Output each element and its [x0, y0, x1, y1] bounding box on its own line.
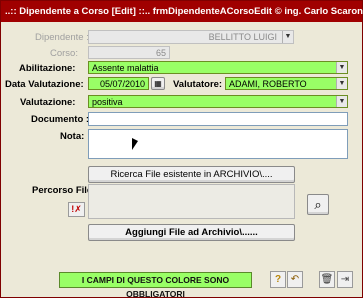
abilitazione-combo[interactable]: Assente malattia ▼ [88, 61, 348, 74]
percorso-file-box [88, 184, 295, 219]
valutazione-label: Valutazione: [20, 97, 76, 108]
dipendente-corso-edit-window: ..:: Dipendente a Corso [Edit] ::.. frmD… [0, 0, 363, 299]
chevron-down-icon[interactable]: ▼ [336, 96, 347, 107]
corso-label: Corso: [50, 48, 78, 59]
chevron-down-icon: ▼ [282, 31, 293, 43]
data-valutazione-value: 05/07/2010 [99, 79, 145, 89]
window-title: ..:: Dipendente a Corso [Edit] ::.. frmD… [5, 6, 363, 17]
search-button[interactable]: ⌕ [307, 194, 329, 215]
valutazione-combo[interactable]: positiva ▼ [88, 95, 348, 108]
nota-label: Nota: [60, 131, 85, 142]
abilitazione-label: Abilitazione: [19, 63, 76, 74]
valutazione-value: positiva [92, 97, 123, 107]
clear-path-icon: !✗ [71, 204, 82, 214]
corso-field: 65 [88, 46, 170, 59]
data-valutazione-field[interactable]: 05/07/2010 [88, 77, 149, 90]
percorso-file-label: Percorso File [32, 185, 93, 196]
ricerca-file-button[interactable]: Ricerca File esistente in ARCHIVIO\.... [88, 166, 295, 183]
clear-path-button[interactable]: !✗ [68, 202, 85, 217]
mandatory-fields-text: I CAMPI DI QUESTO COLORE SONO OBBLIGATOR… [81, 275, 230, 299]
exit-button[interactable]: ⇥ [337, 271, 353, 288]
aggiungi-file-label: Aggiungi File ad Archivio\...... [125, 227, 258, 238]
data-valutazione-label: Data Valutazione: [5, 79, 84, 90]
undo-icon: ↶ [290, 274, 300, 285]
calendar-icon: ▦ [154, 79, 162, 88]
abilitazione-value: Assente malattia [92, 63, 159, 73]
valutatore-combo[interactable]: ADAMI, ROBERTO ▼ [225, 77, 348, 90]
aggiungi-file-button[interactable]: Aggiungi File ad Archivio\...... [88, 224, 295, 241]
dipendente-combo: BELLITTO LUIGI ▼ [88, 30, 294, 44]
valutatore-value: ADAMI, ROBERTO [229, 79, 307, 89]
calendar-button[interactable]: ▦ [151, 77, 165, 90]
chevron-down-icon[interactable]: ▼ [336, 78, 347, 89]
valutatore-label: Valutatore: [173, 79, 223, 90]
mandatory-fields-legend: I CAMPI DI QUESTO COLORE SONO OBBLIGATOR… [59, 272, 252, 299]
undo-button[interactable]: ↶ [287, 271, 303, 288]
nota-textarea[interactable] [88, 129, 348, 159]
corso-value: 65 [155, 48, 166, 58]
documento-label: Documento : [31, 114, 90, 125]
delete-button[interactable]: 🗑 [319, 271, 335, 288]
dipendente-value: BELLITTO LUIGI [208, 32, 277, 42]
magnifier-icon: ⌕ [314, 197, 322, 212]
mouse-cursor-icon [132, 138, 138, 150]
documento-field[interactable] [88, 112, 348, 126]
help-icon: ? [274, 274, 282, 285]
ricerca-file-label: Ricerca File esistente in ARCHIVIO\.... [110, 169, 273, 180]
chevron-down-icon[interactable]: ▼ [336, 62, 347, 73]
dipendente-label: Dipendente : [35, 32, 89, 43]
help-button[interactable]: ? [270, 271, 286, 288]
exit-door-icon: ⇥ [340, 274, 350, 285]
trash-icon: 🗑 [320, 274, 334, 285]
title-bar: ..:: Dipendente a Corso [Edit] ::.. frmD… [1, 1, 363, 22]
